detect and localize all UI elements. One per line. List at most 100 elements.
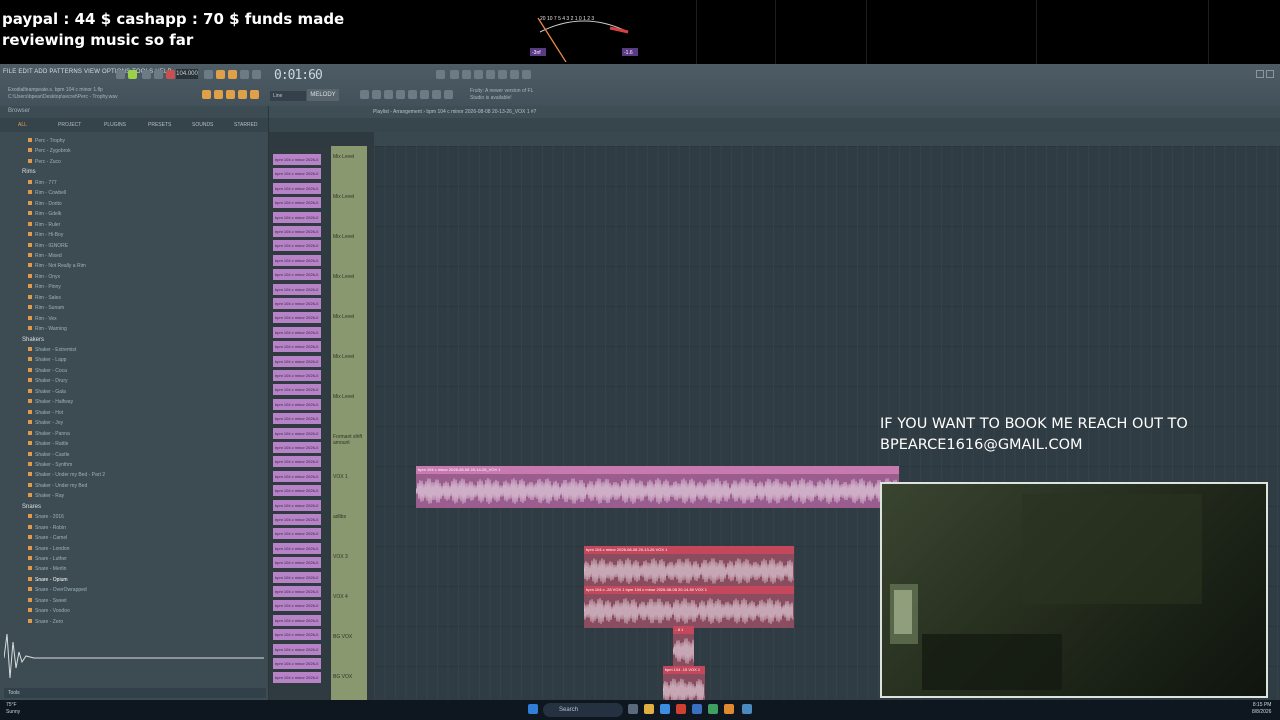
track-label[interactable]: Mix Level (333, 314, 365, 320)
browser-search-input[interactable]: Tools (4, 688, 266, 698)
snap-button[interactable] (202, 90, 211, 99)
browser-item[interactable]: Perc - Zuco (28, 157, 61, 167)
browser-item[interactable]: Rim - Gdelk (28, 209, 61, 219)
browser-item[interactable]: Shaker - Gala (28, 387, 66, 397)
record-button[interactable] (166, 70, 175, 79)
tab-plugins[interactable]: PLUGINS (104, 122, 126, 128)
app-icon[interactable] (708, 704, 718, 714)
clip-source-button[interactable]: bpm 104 c minor 2026-0 (273, 672, 321, 684)
track-label[interactable]: Mix Level (333, 354, 365, 360)
record-audio-icon[interactable] (444, 90, 453, 99)
fl-studio-taskbar-icon[interactable] (724, 704, 734, 714)
audio-clip[interactable]: bpm 104 c minor 2026-08-08 20-14-26_VOX … (416, 466, 899, 508)
tool-icon[interactable] (522, 70, 531, 79)
browser-item[interactable]: Shaker - Extremist (28, 345, 76, 355)
browser-item[interactable]: Rim - Vex (28, 314, 57, 324)
paint-tool-icon[interactable] (226, 90, 235, 99)
loop-record-button[interactable] (240, 70, 249, 79)
track-label[interactable]: Mix Level (333, 154, 365, 160)
clip-source-button[interactable]: bpm 104 c minor 2026-0 (273, 643, 321, 655)
browser-item[interactable]: Shaker - Lapp (28, 355, 66, 365)
browser-folder[interactable]: Rims (22, 167, 36, 177)
browser-item[interactable]: Shaker - Rattle (28, 439, 68, 449)
track-label[interactable]: Mix Level (333, 194, 365, 200)
step-edit-button[interactable] (252, 70, 261, 79)
clip-source-button[interactable]: bpm 104 c minor 2026-0 (273, 485, 321, 497)
chrome-icon[interactable] (676, 704, 686, 714)
clip-source-button[interactable]: bpm 104 c minor 2026-0 (273, 355, 321, 367)
browser-item[interactable]: Shaker - Hot (28, 408, 63, 418)
browser-item[interactable]: Shaker - Drury (28, 376, 68, 386)
browser-item[interactable]: Perc - Trophy (28, 136, 65, 146)
browser-item[interactable]: Rim - Pinny (28, 282, 61, 292)
track-label[interactable]: Mix Level (333, 234, 365, 240)
clip-source-button[interactable]: bpm 104 c minor 2026-0 (273, 413, 321, 425)
playlist-icon[interactable] (396, 90, 405, 99)
browser-item[interactable]: Shaker - Ray (28, 491, 64, 501)
clip-source-button[interactable]: bpm 104 c minor 2026-0 (273, 571, 321, 583)
clip-source-button[interactable]: bpm 104 c minor 2026-0 (273, 312, 321, 324)
browser-item[interactable]: Shaker - Halfway (28, 397, 73, 407)
browser-item[interactable]: Snare - London (28, 544, 69, 554)
clip-source-button[interactable]: bpm 104 c minor 2026-0 (273, 182, 321, 194)
browser-item[interactable]: Shaker - Under my Bed - Part 2 (28, 470, 105, 480)
stem-icon[interactable] (432, 90, 441, 99)
tab-starred[interactable]: STARRED (234, 122, 258, 128)
clip-source-button[interactable]: bpm 104 c minor 2026-0 (273, 370, 321, 381)
clip-source-button[interactable]: bpm 104 c minor 2026-0 (273, 629, 321, 641)
pat-song-toggle[interactable] (116, 70, 125, 79)
timeline-ruler[interactable] (374, 132, 1280, 146)
task-view-icon[interactable] (628, 704, 638, 714)
song-position-display[interactable]: 0:01:60 (274, 68, 323, 83)
track-label[interactable]: BG VOX (333, 634, 365, 640)
browser-item[interactable]: Snare - Robin (28, 523, 66, 533)
pattern-mode-led[interactable] (128, 70, 137, 79)
tab-project[interactable]: PROJECT (58, 122, 81, 128)
browser-item[interactable]: Rim - Mixed (28, 251, 62, 261)
clip-source-button[interactable]: bpm 104 c minor 2026-0 (273, 254, 321, 266)
audio-clip[interactable]: bpm 104 c -28 VOX 1 bpm 104 c minor 2026… (584, 586, 794, 628)
taskbar-clock[interactable]: 8:15 PM 8/8/2026 (1252, 702, 1271, 716)
clip-source-button[interactable]: bpm 104 c minor 2026-0 (273, 514, 321, 525)
tab-presets[interactable]: PRESETS (148, 122, 171, 128)
browser-item[interactable]: Shaker - Coca (28, 366, 67, 376)
clip-source-button[interactable]: bpm 104 c minor 2026-0 (273, 398, 321, 410)
pattern-selector[interactable]: MELODY (307, 89, 339, 101)
clip-source-button[interactable]: bpm 104 c minor 2026-0 (273, 211, 321, 223)
browser-item[interactable]: Rim - IGNORE (28, 241, 68, 251)
browser-item[interactable]: Shaker - Castle (28, 450, 69, 460)
weather-widget[interactable]: 75°F Sunny (6, 702, 20, 716)
clip-source-button[interactable]: bpm 104 c minor 2026-0 (273, 269, 321, 281)
draw-tool-icon[interactable] (214, 90, 223, 99)
tool-icon[interactable] (450, 70, 459, 79)
start-icon[interactable] (528, 704, 538, 714)
browser-folder[interactable]: Shakers (22, 335, 44, 345)
browser-item[interactable]: Snare - Opium (28, 575, 68, 585)
browser-item[interactable]: Shaker - Joy (28, 418, 63, 428)
clip-source-button[interactable]: bpm 104 c minor 2026-0 (273, 586, 321, 597)
browser-item[interactable]: Snare - Camel (28, 533, 67, 543)
mixer-icon[interactable] (360, 90, 369, 99)
clip-source-button[interactable]: bpm 104 c minor 2026-0 (273, 326, 321, 338)
countdown-button[interactable] (228, 70, 237, 79)
controller-mode[interactable]: Line (270, 91, 306, 101)
browser-item[interactable]: Snare - OverOwrapped (28, 585, 87, 595)
clip-source-button[interactable]: bpm 104 c minor 2026-0 (273, 542, 321, 554)
browser-item[interactable]: Rim - Warning (28, 324, 67, 334)
browser-folder[interactable]: Snares (22, 502, 41, 512)
browser-item[interactable]: Rim - Ruler (28, 220, 60, 230)
clip-source-button[interactable]: bpm 104 c minor 2026-0 (273, 240, 321, 252)
wait-input-button[interactable] (216, 70, 225, 79)
clip-source-button[interactable]: bpm 104 c minor 2026-0 (273, 283, 321, 295)
clip-source-button[interactable]: bpm 104 c minor 2026-0 (273, 298, 321, 309)
piano-roll-icon[interactable] (384, 90, 393, 99)
browser-item[interactable]: Rim - Dorito (28, 199, 62, 209)
clip-source-button[interactable]: bpm 104 c minor 2026-0 (273, 600, 321, 612)
stop-button[interactable] (154, 70, 163, 79)
tool-icon[interactable] (498, 70, 507, 79)
clip-source-button[interactable]: bpm 104 c minor 2026-0 (273, 442, 321, 453)
track-label[interactable]: Mix Level (333, 394, 365, 400)
track-label[interactable]: Formant shift amount (333, 434, 365, 446)
tab-all[interactable]: ALL (18, 122, 27, 128)
browser-item[interactable]: Rim - 777 (28, 178, 57, 188)
